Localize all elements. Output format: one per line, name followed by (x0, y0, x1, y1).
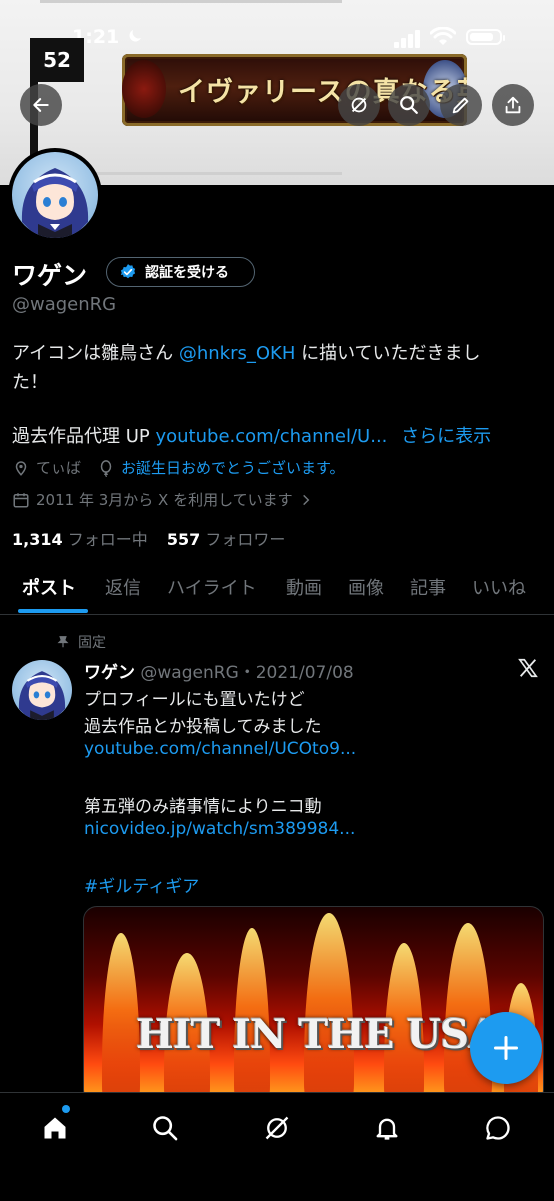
nav-notifications[interactable] (370, 1111, 404, 1145)
pin-icon (57, 636, 69, 648)
location-pin-icon (15, 460, 27, 476)
bottom-navigation (0, 1092, 554, 1201)
chevron-right-icon (302, 494, 309, 505)
nav-search[interactable] (148, 1111, 182, 1145)
battery-fill (470, 33, 494, 41)
bio-text: に描いていただきまし (295, 343, 481, 364)
followers-count: 557 (166, 530, 201, 549)
battery-icon (466, 29, 505, 45)
post-avatar-image (18, 671, 66, 720)
pencil-icon (452, 97, 469, 114)
profile-tabs: ポスト 返信 ハイライト 動画 画像 記事 いいね (0, 568, 554, 615)
follow-stats: 1,314 フォロー中 557 フォロワー (12, 526, 285, 550)
following-link[interactable]: 1,314 フォロー中 (12, 530, 148, 549)
post-nicovideo-link[interactable]: nicovideo.jp/watch/sm389984... (84, 819, 355, 839)
compose-button[interactable] (470, 1012, 542, 1084)
display-name: ワゲン (12, 261, 88, 290)
bio-text: 過去作品代理 UP (12, 426, 156, 447)
flame-shape (304, 913, 354, 1103)
grok-icon (265, 1116, 289, 1140)
search-icon (153, 1116, 178, 1141)
share-icon (505, 96, 521, 114)
profile-meta-row: てぃば お誕生日おめでとうございます。 (12, 457, 345, 478)
following-label: フォロー中 (67, 530, 148, 549)
post-text-line: 第五弾のみ諸事情によりニコ動 (84, 797, 322, 817)
tab-articles[interactable]: 記事 (410, 574, 446, 600)
bio-mention-link[interactable]: @hnkrs_OKH (179, 343, 296, 364)
post-media[interactable]: HIT IN THE USA (83, 906, 544, 1104)
birthday-text: お誕生日おめでとうございます。 (121, 459, 345, 477)
moon-icon (129, 30, 141, 42)
nav-grok[interactable] (260, 1111, 294, 1145)
post-handle-date: @wagenRG・2021/07/08 (140, 663, 354, 683)
edit-button[interactable] (440, 84, 482, 126)
pinned-indicator: 固定 (56, 632, 106, 652)
avatar-illustration (12, 152, 98, 238)
bio-line: た！ (12, 372, 48, 393)
joined-row[interactable]: 2011 年 3月から X を利用しています (12, 489, 313, 510)
tab-highlights[interactable]: ハイライト (167, 574, 257, 600)
bio-line: アイコンは雛鳥さん @hnkrs_OKH に描いていただきまし (12, 339, 481, 365)
back-button[interactable] (20, 84, 62, 126)
bio-text: アイコンは雛鳥さん (12, 343, 179, 364)
overlay-badge: 52 (30, 38, 84, 82)
profile-avatar[interactable] (8, 148, 102, 242)
avatar-character-image (21, 168, 89, 238)
bell-icon (376, 1118, 398, 1140)
active-tab-indicator (18, 609, 88, 613)
banner-divider (40, 0, 342, 3)
location-text: てぃば (36, 459, 82, 477)
following-count: 1,314 (12, 530, 63, 549)
search-button[interactable] (388, 84, 430, 126)
tab-videos[interactable]: 動画 (286, 574, 322, 600)
share-button[interactable] (492, 84, 534, 126)
grok-button[interactable] (338, 84, 380, 126)
nav-messages[interactable] (481, 1111, 515, 1145)
grok-icon (351, 97, 367, 113)
pinned-label: 固定 (78, 635, 106, 651)
post-text-line: 過去作品とか投稿してみました (84, 717, 322, 737)
get-verified-label: 認証を受ける (145, 265, 229, 281)
joined-text: 2011 年 3月から X を利用しています (36, 491, 293, 509)
followers-link[interactable]: 557 フォロワー (167, 530, 286, 549)
bio-line: 過去作品代理 UP youtube.com/channel/U... さらに表示 (12, 422, 491, 448)
show-more-link[interactable]: さらに表示 (401, 426, 491, 447)
calendar-icon (13, 492, 29, 507)
tab-likes[interactable]: いいね (472, 574, 526, 600)
post-text-line: プロフィールにも置いたけど (84, 690, 305, 710)
search-icon (400, 96, 418, 114)
wifi-icon (430, 27, 456, 45)
x-logo-icon (518, 658, 538, 678)
verified-badge-icon (120, 264, 136, 279)
followers-label: フォロワー (205, 530, 286, 549)
post-youtube-link[interactable]: youtube.com/channel/UCOto9... (84, 739, 356, 759)
home-icon (44, 1117, 66, 1139)
banner-creature-left (122, 60, 166, 118)
post-hashtag-link[interactable]: #ギルティギア (84, 872, 199, 897)
tab-posts[interactable]: ポスト (22, 574, 76, 600)
bio-youtube-link[interactable]: youtube.com/channel/U... (155, 426, 387, 447)
signal-icon (394, 30, 420, 48)
post-avatar[interactable] (12, 660, 72, 720)
tab-images[interactable]: 画像 (348, 574, 384, 600)
messages-icon (486, 1116, 510, 1140)
get-verified-button[interactable]: 認証を受ける (106, 257, 255, 287)
post-header: ワゲン @wagenRG・2021/07/08 (84, 658, 354, 683)
tab-replies[interactable]: 返信 (105, 574, 141, 600)
balloon-icon (100, 459, 112, 477)
nav-home[interactable] (38, 1111, 72, 1145)
post-author-name[interactable]: ワゲン (84, 663, 135, 683)
media-caption-text: HIT IN THE USA (136, 1011, 499, 1058)
plus-icon (493, 1035, 519, 1061)
flame-shape (102, 933, 140, 1103)
profile-handle: @wagenRG (12, 294, 117, 315)
arrow-left-icon (33, 98, 49, 112)
